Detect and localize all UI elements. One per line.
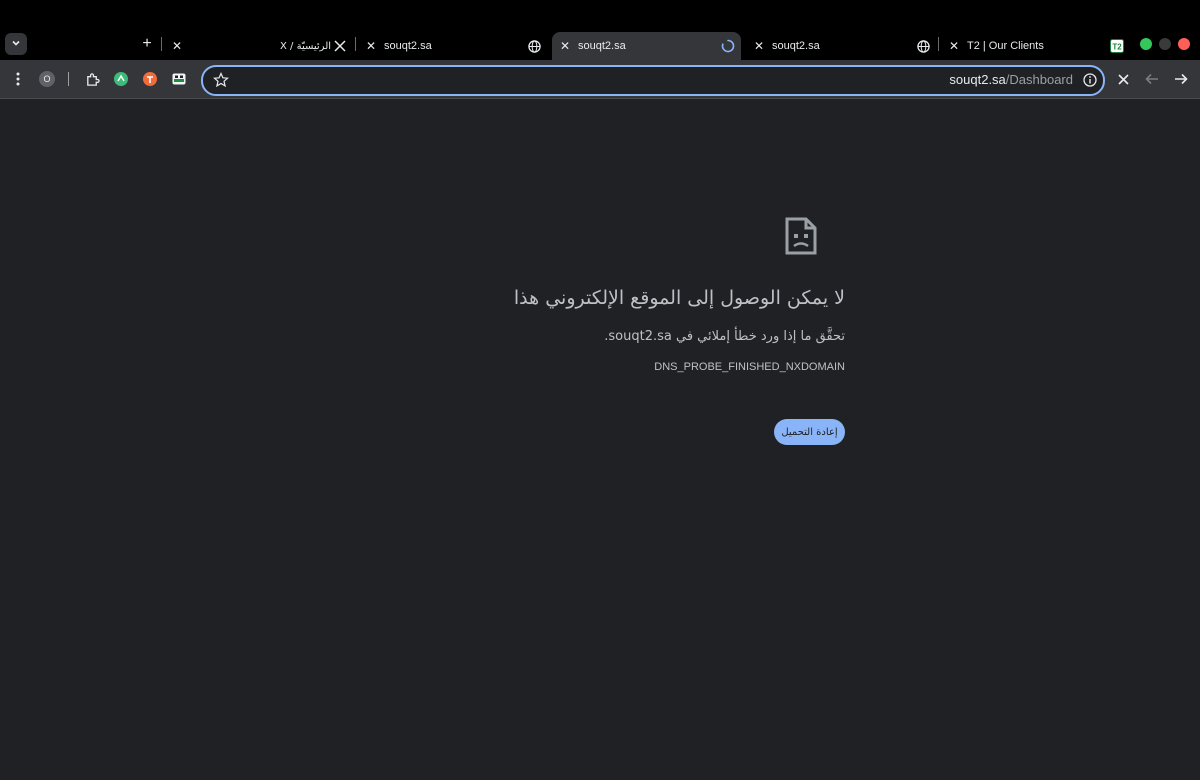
tab-title: الرئيسيّة / X bbox=[280, 40, 332, 52]
profile-badge[interactable]: O bbox=[37, 69, 57, 89]
url-host: souqt2.sa bbox=[949, 72, 1006, 87]
sad-page-icon bbox=[784, 217, 818, 260]
reload-button[interactable]: إعادة التحميل bbox=[774, 419, 845, 445]
tab-souqt2-1[interactable]: ✕ souqt2.sa bbox=[362, 32, 547, 60]
close-tab-icon[interactable]: ✕ bbox=[947, 39, 961, 53]
tab-separator bbox=[355, 37, 356, 51]
star-bookmark-icon[interactable] bbox=[213, 72, 229, 93]
window-maximize-button[interactable] bbox=[1140, 38, 1152, 50]
error-title: لا يمكن الوصول إلى الموقع الإلكتروني هذا bbox=[513, 287, 845, 309]
close-tab-icon[interactable]: ✕ bbox=[170, 39, 184, 53]
profile-letter: O bbox=[39, 71, 55, 87]
close-tab-icon[interactable]: ✕ bbox=[752, 39, 766, 53]
close-tab-icon[interactable]: ✕ bbox=[558, 39, 572, 53]
toolbar-separator bbox=[68, 72, 69, 86]
window-close-button[interactable] bbox=[1178, 38, 1190, 50]
puzzle-extensions-icon[interactable] bbox=[82, 69, 102, 89]
back-arrow-icon[interactable] bbox=[1142, 69, 1162, 89]
chevron-down-icon bbox=[11, 35, 21, 53]
loading-spinner-icon bbox=[721, 39, 735, 53]
window-minimize-button[interactable] bbox=[1159, 38, 1171, 50]
x-logo-icon bbox=[333, 39, 347, 53]
tab-souqt2-2[interactable]: ✕ souqt2.sa bbox=[750, 32, 938, 60]
globe-icon bbox=[916, 39, 930, 53]
error-page: لا يمكن الوصول إلى الموقع الإلكتروني هذا… bbox=[0, 99, 1200, 780]
tab-search-button[interactable] bbox=[5, 33, 27, 55]
forward-arrow-icon[interactable] bbox=[1171, 69, 1191, 89]
toolbar: O souqt2.sa/Dashboard bbox=[0, 60, 1200, 99]
tab-title: souqt2.sa bbox=[384, 40, 432, 52]
globe-icon bbox=[527, 39, 541, 53]
url-text[interactable]: souqt2.sa/Dashboard bbox=[949, 72, 1073, 87]
svg-text:T2: T2 bbox=[1112, 43, 1122, 52]
close-tab-icon[interactable]: ✕ bbox=[364, 39, 378, 53]
tab-title: T2 | Our Clients bbox=[967, 40, 1044, 52]
tab-souqt2-active[interactable]: ✕ souqt2.sa bbox=[552, 32, 741, 60]
tab-title: souqt2.sa bbox=[578, 40, 626, 52]
error-code: DNS_PROBE_FINISHED_NXDOMAIN bbox=[654, 361, 845, 373]
site-info-icon[interactable] bbox=[1083, 73, 1097, 92]
new-tab-button[interactable]: + bbox=[137, 34, 157, 54]
tab-separator bbox=[161, 37, 162, 51]
tab-strip: ✕ T2 | Our Clients T2 ✕ souqt2.sa ✕ souq… bbox=[0, 0, 1200, 60]
tab-separator bbox=[938, 37, 939, 51]
error-subtitle: تحقَّق ما إذا ورد خطأ إملائي في souqt2.s… bbox=[604, 329, 845, 344]
stop-loading-icon[interactable] bbox=[1113, 69, 1133, 89]
tab-title: souqt2.sa bbox=[772, 40, 820, 52]
tab-x-home[interactable]: ✕ الرئيسيّة / X bbox=[168, 32, 351, 60]
orange-extension-icon[interactable] bbox=[140, 69, 160, 89]
address-bar[interactable]: souqt2.sa/Dashboard bbox=[201, 65, 1105, 96]
menu-kebab-icon[interactable] bbox=[8, 69, 28, 89]
green-extension-icon[interactable] bbox=[111, 69, 131, 89]
bookmark-extension-icon[interactable] bbox=[169, 69, 189, 89]
url-path: /Dashboard bbox=[1005, 72, 1073, 87]
tab-t2-our-clients[interactable]: ✕ T2 | Our Clients T2 bbox=[945, 32, 1130, 60]
t2-logo-icon: T2 bbox=[1110, 39, 1124, 53]
